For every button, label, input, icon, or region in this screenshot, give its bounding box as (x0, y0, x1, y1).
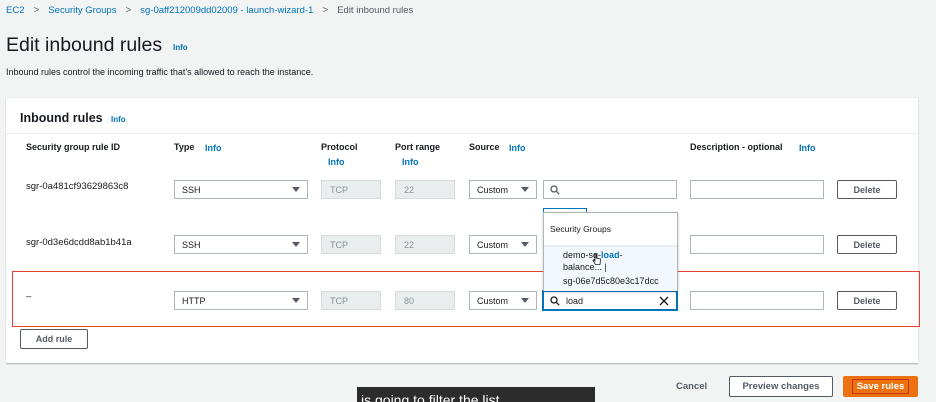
video-caption: is going to filter the list (357, 387, 595, 402)
type-select-value: HTTP (182, 295, 206, 306)
add-rule-button[interactable]: Add rule (20, 329, 88, 349)
close-icon[interactable] (659, 296, 669, 306)
panel-divider (6, 133, 918, 134)
type-select[interactable]: HTTP (174, 291, 308, 310)
delete-button[interactable]: Delete (837, 291, 897, 310)
type-select-value: SSH (182, 239, 201, 250)
source-select[interactable]: Custom (469, 180, 537, 199)
source-search-value: load (566, 295, 584, 306)
source-select-value: Custom (477, 184, 509, 195)
protocol-field: TCP (321, 291, 381, 310)
protocol-info-link[interactable]: Info (328, 157, 345, 167)
rule-id: sgr-0a481cf93629863c8 (26, 181, 129, 192)
port-range-field: 80 (395, 291, 455, 310)
port-range-info-link[interactable]: Info (402, 157, 419, 167)
source-select[interactable]: Custom (469, 291, 537, 310)
chevron-right-icon: > (125, 4, 132, 16)
type-select[interactable]: SSH (174, 180, 308, 199)
source-select-value: Custom (477, 239, 509, 250)
security-group-dropdown: Security Groups demo-sg-load-balance... … (543, 212, 678, 291)
caret-down-icon (292, 187, 300, 192)
column-header-source: Source (469, 142, 500, 152)
delete-button[interactable]: Delete (837, 180, 897, 199)
description-input[interactable] (690, 235, 824, 254)
breadcrumb-security-group[interactable]: sg-0aff212009dd02009 - launch-wizard-1 (140, 5, 313, 16)
delete-button[interactable]: Delete (837, 235, 897, 254)
source-select[interactable]: Custom (469, 235, 537, 254)
breadcrumb: EC2 > Security Groups > sg-0aff212009dd0… (6, 3, 413, 17)
search-icon (550, 296, 560, 306)
option-name-suffix: - (619, 250, 623, 260)
rule-id: – (26, 291, 32, 302)
caret-down-icon (292, 242, 300, 247)
column-header-description: Description - optional (690, 142, 783, 152)
column-header-port-range: Port range (395, 142, 441, 152)
cancel-button[interactable]: Cancel (676, 381, 707, 392)
chevron-right-icon: > (322, 4, 329, 16)
rule-id: sgr-0d3e6dcdd8ab1b41a (26, 237, 132, 248)
save-rules-button[interactable]: Save rules (843, 376, 918, 397)
type-select-value: SSH (182, 184, 201, 195)
caret-down-icon (521, 187, 529, 192)
caret-down-icon (521, 298, 529, 303)
pointer-cursor-icon (592, 253, 601, 265)
page-title: Edit inbound rules (6, 34, 163, 56)
source-search-input[interactable] (543, 180, 677, 199)
dropdown-option-name: demo-sg-load-balance... | (563, 249, 668, 273)
breadcrumb-current: Edit inbound rules (337, 4, 414, 16)
description-input[interactable] (690, 291, 824, 310)
source-select-value: Custom (477, 295, 509, 306)
column-header-rule-id: Security group rule ID (26, 142, 121, 152)
dropdown-group-label: Security Groups (550, 224, 611, 234)
column-header-protocol: Protocol (321, 142, 358, 152)
port-range-field: 22 (395, 235, 455, 254)
option-name-match: load (601, 250, 620, 260)
preview-changes-button[interactable]: Preview changes (729, 376, 833, 397)
source-search-input[interactable]: load (543, 291, 677, 310)
panel-title: Inbound rules (20, 111, 103, 125)
column-header-type: Type (174, 142, 195, 152)
breadcrumb-ec2[interactable]: EC2 (6, 5, 24, 16)
source-info-link[interactable]: Info (509, 143, 526, 153)
type-info-link[interactable]: Info (205, 143, 222, 153)
chevron-right-icon: > (33, 4, 40, 16)
search-icon (550, 185, 560, 195)
panel-info-link[interactable]: Info (111, 115, 126, 124)
type-select[interactable]: SSH (174, 235, 308, 254)
protocol-field: TCP (321, 180, 381, 199)
caret-down-icon (292, 298, 300, 303)
protocol-field: TCP (321, 235, 381, 254)
dropdown-option[interactable]: demo-sg-load-balance... | sg-06e7d5c80e3… (544, 246, 677, 291)
caret-down-icon (521, 242, 529, 247)
page-info-link[interactable]: Info (173, 43, 188, 52)
page-description: Inbound rules control the incoming traff… (6, 67, 314, 77)
description-input[interactable] (690, 180, 824, 199)
breadcrumb-security-groups[interactable]: Security Groups (48, 5, 116, 16)
description-info-link[interactable]: Info (799, 143, 816, 153)
port-range-field: 22 (395, 180, 455, 199)
dropdown-option-id: sg-06e7d5c80e3c17dcc (563, 276, 659, 286)
